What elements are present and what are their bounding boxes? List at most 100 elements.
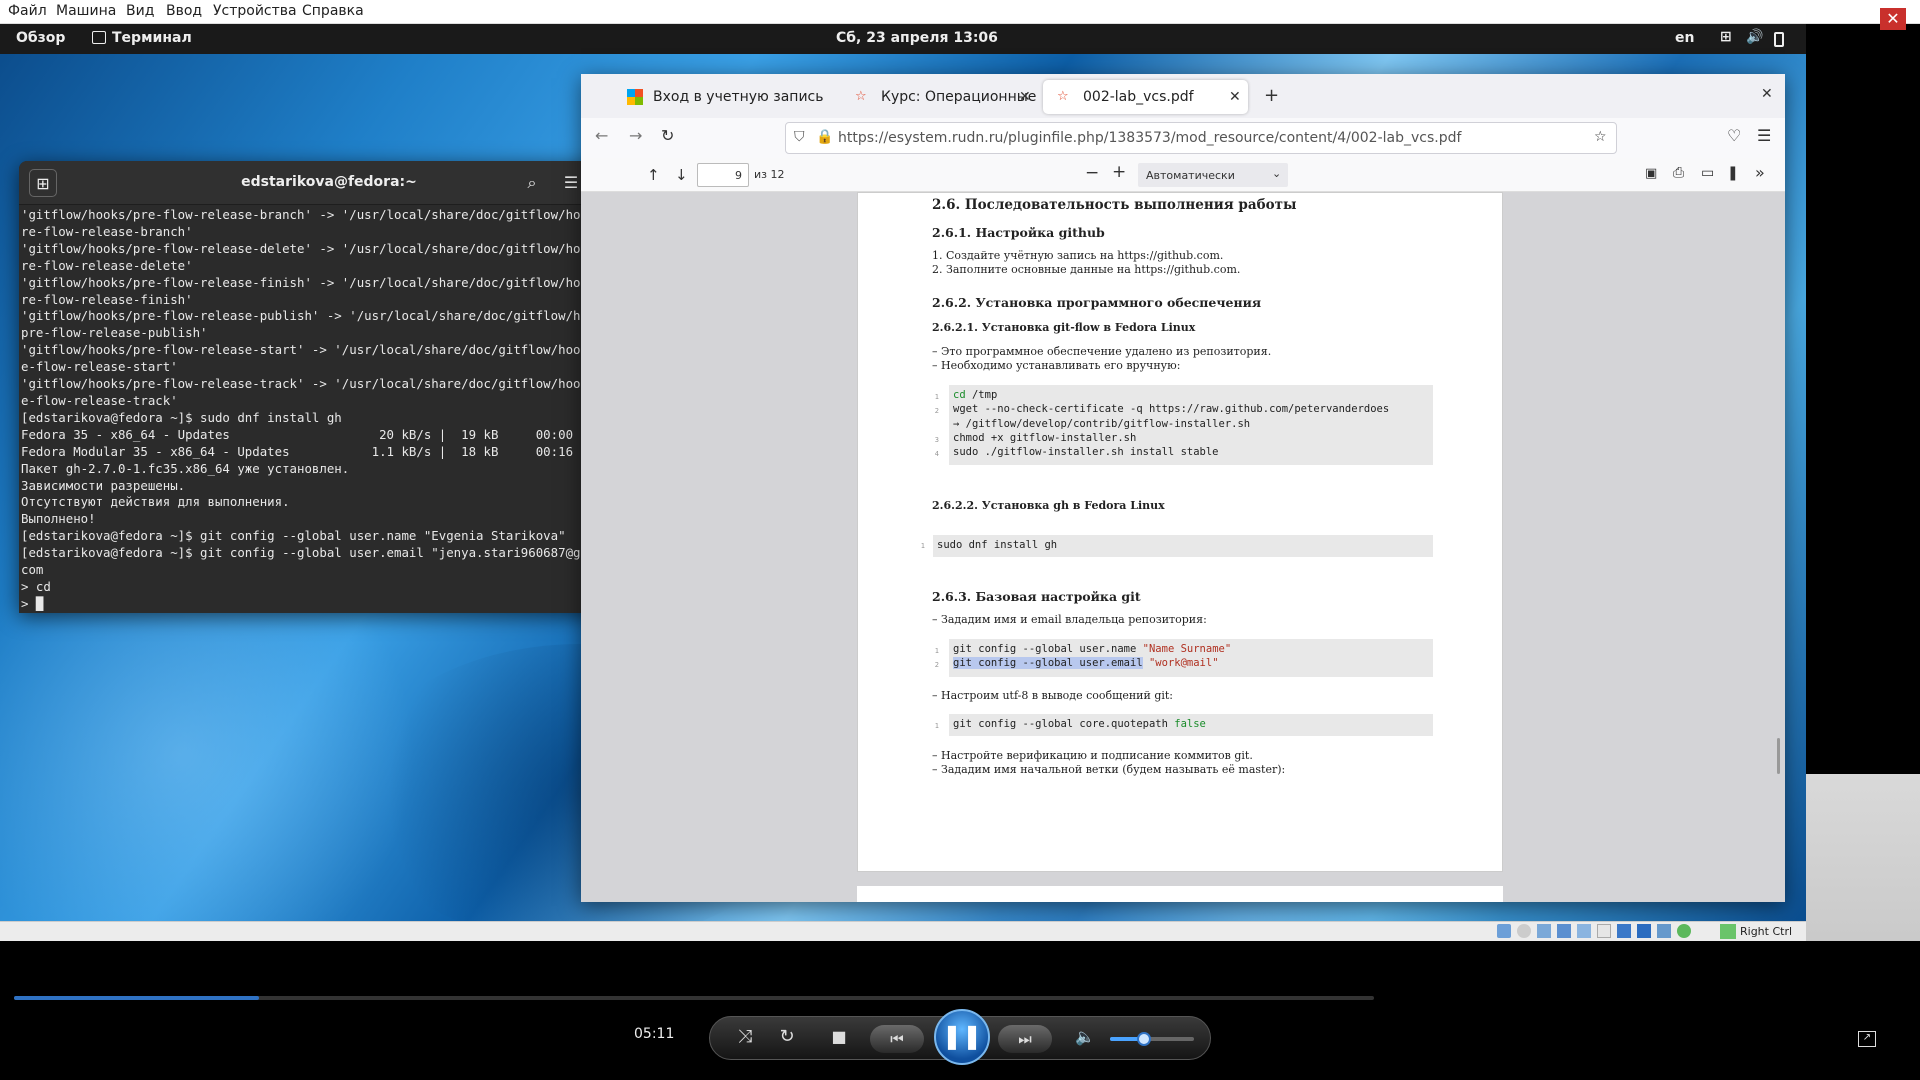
seek-bar[interactable] [14, 996, 1374, 1000]
terminal-title: edstarikova@fedora:~ [241, 174, 417, 190]
menu-view[interactable]: Вид [126, 3, 154, 19]
new-tab-plus-icon[interactable]: + [1264, 85, 1279, 106]
device-status-icons[interactable] [1497, 924, 1697, 940]
terminal-line: com [21, 562, 44, 578]
close-tab-icon[interactable]: ✕ [1019, 89, 1031, 105]
pdf-scrollbar[interactable] [1777, 738, 1780, 774]
zoom-value: Автоматически [1146, 169, 1235, 182]
previous-page-icon[interactable]: ↑ [647, 166, 660, 184]
shuffle-icon[interactable]: ⤨ [730, 1026, 760, 1047]
menu-input[interactable]: Ввод [166, 3, 202, 19]
code-block: 1 git config --global core.quotepath fals… [935, 714, 1433, 736]
guest-additions-icon[interactable] [1677, 924, 1691, 938]
window-close-icon[interactable]: ✕ [1761, 86, 1773, 102]
terminal-line: Пакет gh-2.7.0-1.fc35.x86_64 уже установ… [21, 460, 350, 476]
menu-file[interactable]: Файл [8, 3, 47, 19]
print-icon[interactable]: ⎙ [1673, 165, 1684, 181]
repeat-icon[interactable]: ↻ [772, 1026, 802, 1047]
close-tab-icon[interactable]: ✕ [1229, 89, 1241, 105]
battery-icon[interactable] [1774, 32, 1784, 47]
bullet-item: – Настройте верификацию и подписание ком… [932, 749, 1253, 762]
optical-drive-icon[interactable] [1517, 924, 1531, 938]
page-count: из 12 [754, 168, 785, 181]
terminal-line: > █ [21, 595, 44, 611]
mouse-integration-icon[interactable] [1720, 924, 1736, 939]
terminal-output[interactable]: 'gitflow/hooks/pre-flow-release-branch' … [21, 207, 629, 611]
pdf-page: 2.6. Последовательность выполнения работ… [857, 192, 1503, 872]
usb-icon[interactable] [1577, 924, 1591, 938]
tab-login[interactable]: Вход в учетную запись ✕ [613, 80, 825, 114]
tools-menu-icon[interactable]: » [1755, 163, 1765, 182]
menu-devices[interactable]: Устройства [213, 3, 297, 19]
next-page-icon[interactable]: ↓ [675, 166, 688, 184]
cpu-icon[interactable] [1657, 924, 1671, 938]
forward-icon[interactable]: → [629, 126, 642, 145]
bullet-item: – Зададим имя начальной ветки (будем наз… [932, 763, 1286, 776]
volume-slider[interactable] [1110, 1032, 1194, 1046]
tab-strip: Вход в учетную запись ✕ ☆ Курс: Операцио… [581, 74, 1785, 118]
volume-icon[interactable]: 🔈 [1070, 1027, 1100, 1046]
shared-folders-icon[interactable] [1597, 924, 1611, 938]
code-line: sudo dnf install gh [937, 539, 1058, 551]
keyboard-layout[interactable]: en [1675, 30, 1694, 46]
host-key-label: Right Ctrl [1740, 925, 1793, 938]
app-menu-label[interactable]: Терминал [112, 30, 192, 46]
terminal-line: 'gitflow/hooks/pre-flow-release-publish'… [21, 308, 618, 324]
switch-to-library-icon[interactable]: ↗ [1858, 1031, 1876, 1047]
display-icon[interactable] [1617, 924, 1631, 938]
page-number-input[interactable]: 9 [697, 163, 749, 187]
tab-label: 002-lab_vcs.pdf [1083, 89, 1194, 105]
zoom-in-icon[interactable]: + [1112, 162, 1126, 182]
reload-icon[interactable]: ↻ [661, 126, 674, 145]
clock[interactable]: Сб, 23 апреля 13:06 [836, 30, 998, 46]
search-icon[interactable]: ⌕ [518, 169, 546, 197]
volume-icon[interactable]: 🔊 [1746, 29, 1763, 45]
bookmark-icon[interactable]: ❚ [1727, 165, 1739, 181]
media-player-controls: 05:11 ⤨ ↻ ■ ⏮ ❚❚ ⏭ 🔈 ↗ [0, 941, 1920, 1080]
close-overlay-icon[interactable]: ✕ [1880, 8, 1906, 30]
volume-knob[interactable] [1136, 1032, 1151, 1046]
tab-pdf[interactable]: ☆ 002-lab_vcs.pdf ✕ [1043, 80, 1248, 114]
app-menu-icon[interactable]: ☰ [1757, 126, 1771, 145]
terminal-line: re-flow-release-delete' [21, 257, 193, 273]
stop-icon[interactable]: ■ [824, 1027, 854, 1046]
menu-help[interactable]: Справка [302, 3, 364, 19]
pdf-toolbar: ↑ ↓ 9 из 12 − + Автоматически ⌄ ▣ ⎙ ▭ ❚ … [581, 158, 1785, 192]
bookmark-star-icon[interactable]: ☆ [1594, 129, 1607, 145]
terminal-line: 'gitflow/hooks/pre-flow-release-track' -… [21, 376, 618, 392]
save-icon[interactable]: ▭ [1701, 165, 1714, 181]
vbox-menubar: Файл Машина Вид Ввод Устройства Справка [0, 0, 1920, 24]
url-bar[interactable]: ⛉ 🔒 https://esystem.rudn.ru/pluginfile.p… [785, 122, 1617, 154]
zoom-select[interactable]: Автоматически ⌄ [1138, 163, 1288, 187]
next-track-icon[interactable]: ⏭ [998, 1025, 1052, 1053]
code-block: 1 cd /tmp 2 wget --no-check-certificate -q… [935, 385, 1433, 465]
recording-icon[interactable] [1637, 924, 1651, 938]
firefox-window[interactable]: Вход в учетную запись ✕ ☆ Курс: Операцио… [581, 74, 1785, 902]
zoom-out-icon[interactable]: − [1085, 163, 1099, 183]
previous-track-icon[interactable]: ⏮ [870, 1025, 924, 1053]
tab-course[interactable]: ☆ Курс: Операционные сис [841, 80, 1041, 114]
gnome-top-bar: Обзор Терминал Сб, 23 апреля 13:06 en ⊞ … [0, 24, 1806, 54]
pdf-icon: ☆ [1057, 89, 1069, 104]
code-string: "work@mail" [1142, 657, 1219, 669]
pocket-icon[interactable]: ♡ [1727, 126, 1741, 145]
elapsed-time: 05:11 [634, 1026, 675, 1042]
lock-icon[interactable]: 🔒 [816, 129, 833, 145]
presentation-mode-icon[interactable]: ▣ [1645, 166, 1657, 181]
bullet-item: – Настроим utf-8 в выводе сообщений git: [932, 689, 1174, 702]
tracking-shield-icon[interactable]: ⛉ [794, 129, 805, 145]
selected-text[interactable]: git config --global user.email [953, 657, 1143, 669]
audio-icon[interactable] [1537, 924, 1551, 938]
back-icon[interactable]: ← [595, 126, 608, 145]
activities-button[interactable]: Обзор [16, 30, 65, 46]
terminal-window[interactable]: ⊞ edstarikova@fedora:~ ⌕ ☰ ✕ 'gitflow/ho… [19, 161, 639, 613]
network-icon[interactable]: ⊞ [1720, 29, 1732, 45]
pause-button[interactable]: ❚❚ [934, 1009, 990, 1065]
terminal-line: re-flow-release-finish' [21, 291, 193, 307]
network-adapter-icon[interactable] [1557, 924, 1571, 938]
menu-machine[interactable]: Машина [56, 3, 116, 19]
terminal-line: Выполнено! [21, 511, 96, 527]
hdd-icon[interactable] [1497, 924, 1511, 938]
terminal-header[interactable]: ⊞ edstarikova@fedora:~ ⌕ ☰ ✕ [19, 161, 639, 205]
pdf-viewer[interactable]: 2.6. Последовательность выполнения работ… [581, 192, 1785, 902]
